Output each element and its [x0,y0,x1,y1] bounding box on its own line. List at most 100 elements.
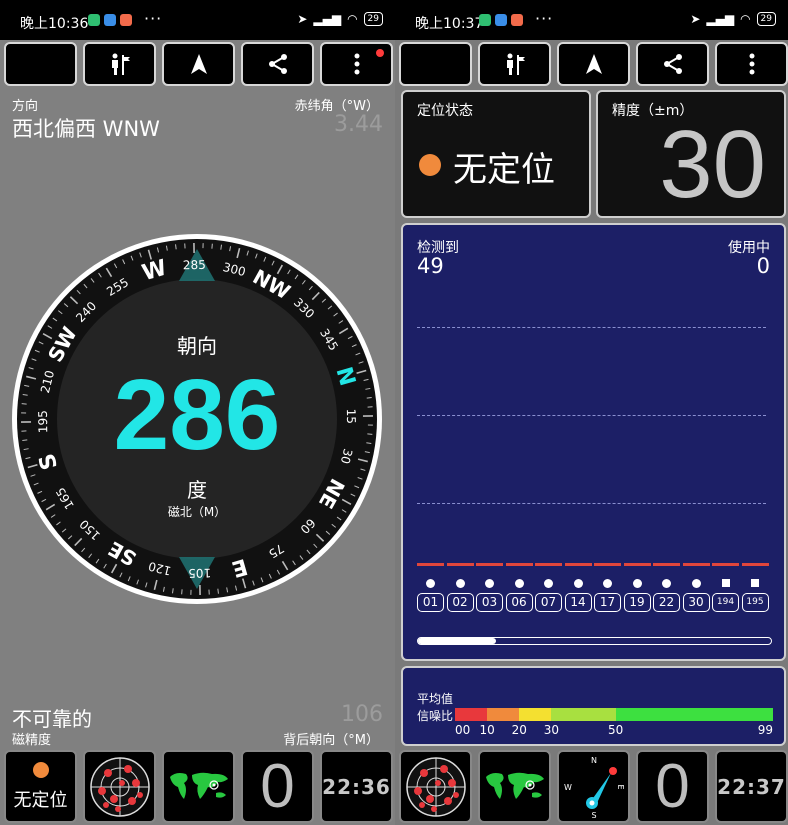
share-button[interactable] [241,42,314,86]
satellite-count-button[interactable]: 0 [241,750,314,823]
satellite-prn-07[interactable]: 07 [535,593,562,612]
scrollbar-thumb[interactable] [418,638,496,644]
navigate-button[interactable] [162,42,235,86]
reference-label: 磁北（M） [168,504,226,519]
compass-tick [22,394,28,396]
world-map-button[interactable] [478,750,551,823]
gps-status-screen: 晚上10:37 ··· ➤ ▂▄▆ ◠ 29 定位状态 无定位 精度（±m） 3… [395,0,788,825]
constellation-symbol [565,579,592,588]
satellite-prn-02[interactable]: 02 [446,593,474,612]
accuracy-card[interactable]: 精度（±m） 30 [596,90,786,218]
status-time: 晚上10:36 [20,16,89,32]
signal-bar [564,563,592,566]
toolbar [399,42,788,86]
compass-letter-n: N [591,756,597,765]
app-icon [511,14,523,26]
status-system-icons: ➤ ▂▄▆ ◠ 29 [690,12,776,26]
app-icon [104,14,116,26]
satellite-count: 0 [655,752,690,821]
more-vertical-icon [749,53,754,75]
constellation-symbol [653,579,680,588]
constellation-symbol [476,579,503,588]
dot-marker-icon [573,579,583,588]
constellation-symbol [535,579,562,588]
mini-compass-button[interactable]: N E S W [557,750,630,823]
clock-button[interactable]: 22:36 [320,750,393,823]
fix-status-button[interactable]: 无定位 [4,750,77,823]
constellation-symbol [447,579,474,588]
satellite-scrollbar[interactable] [417,637,772,645]
share-button[interactable] [636,42,709,86]
person-signpost-icon [506,53,525,75]
radar-icon [89,756,150,817]
unit-label: 度 [187,478,207,502]
navigate-button[interactable] [557,42,630,86]
app-icon [120,14,132,26]
signal-bar [682,563,710,566]
heading-label: 朝向 [177,334,217,358]
satellite-prn-14[interactable]: 14 [564,593,592,612]
snr-card[interactable]: 平均值 信噪比 00 10 20 30 50 99 [401,666,786,746]
fix-status-card[interactable]: 定位状态 无定位 [401,90,591,218]
satellite-prn-30[interactable]: 30 [682,593,710,612]
reliability-value: 不可靠的 [12,707,92,731]
status-dot [32,761,49,778]
more-notifications-icon: ··· [535,9,554,28]
satellite-prn-list: 01 02 03 06 07 14 17 19 22 30 194 195 [417,593,769,612]
clock-time: 22:36 [322,774,391,799]
world-map-icon [485,772,544,799]
grid-line [417,327,766,328]
snr-segment [615,708,773,721]
dot-marker-icon [691,579,701,588]
signal-icon: ▂▄▆ [313,12,342,26]
overflow-menu-button[interactable] [320,42,393,86]
world-map-button[interactable] [162,750,235,823]
battery-icon: 29 [363,12,383,26]
signal-bar [653,563,680,566]
night-mode-button[interactable] [399,42,472,86]
dot-marker-icon [603,579,612,588]
satellite-prn-17[interactable]: 17 [594,593,621,612]
dot-marker-icon [455,579,465,588]
in-use-count: 0 [756,254,770,278]
compass-tick [366,442,372,444]
signal-bar [594,563,621,566]
compass-mode-button[interactable] [478,42,551,86]
share-icon [268,54,287,74]
radar-view-button[interactable] [83,750,156,823]
night-mode-button[interactable] [4,42,77,86]
signal-bar [741,563,769,566]
degree-label-15: 15 [344,409,358,425]
constellation-symbol [506,579,533,588]
satellite-prn-22[interactable]: 22 [653,593,680,612]
satellite-prn-03[interactable]: 03 [476,593,503,612]
constellation-symbol [417,579,444,588]
signal-bar [535,563,562,566]
signal-baseline [417,563,769,566]
status-system-icons: ➤ ▂▄▆ ◠ 29 [297,12,383,26]
satellite-count-button[interactable]: 0 [636,750,709,823]
radar-view-button[interactable] [399,750,472,823]
compass-tick [172,588,174,594]
compass-tick [217,588,219,594]
navigation-arrow-icon [585,54,602,74]
signal-bar [446,563,474,566]
clock-button[interactable]: 22:37 [715,750,788,823]
satellite-prn-19[interactable]: 19 [623,593,651,612]
satellite-prn-195[interactable]: 195 [741,593,769,612]
compass-mode-button[interactable] [83,42,156,86]
compass-tick [220,244,222,250]
overflow-menu-button[interactable] [715,42,788,86]
bottom-bar: N E S W 0 22:37 [399,750,788,823]
snr-segment [551,708,616,721]
location-arrow-icon: ➤ [297,12,308,26]
back-heading-value: 106 [341,702,383,727]
snr-segment [519,708,552,721]
satellite-prn-06[interactable]: 06 [505,593,533,612]
location-arrow-icon: ➤ [690,12,701,26]
satellite-prn-01[interactable]: 01 [417,593,444,612]
grid-line [417,415,766,416]
satellite-signal-card[interactable]: 检测到 49 使用中 0 01 02 03 06 07 14 17 19 22 30 194 195 [401,223,786,661]
compass-letter-s: S [591,811,596,820]
satellite-prn-194[interactable]: 194 [712,593,739,612]
